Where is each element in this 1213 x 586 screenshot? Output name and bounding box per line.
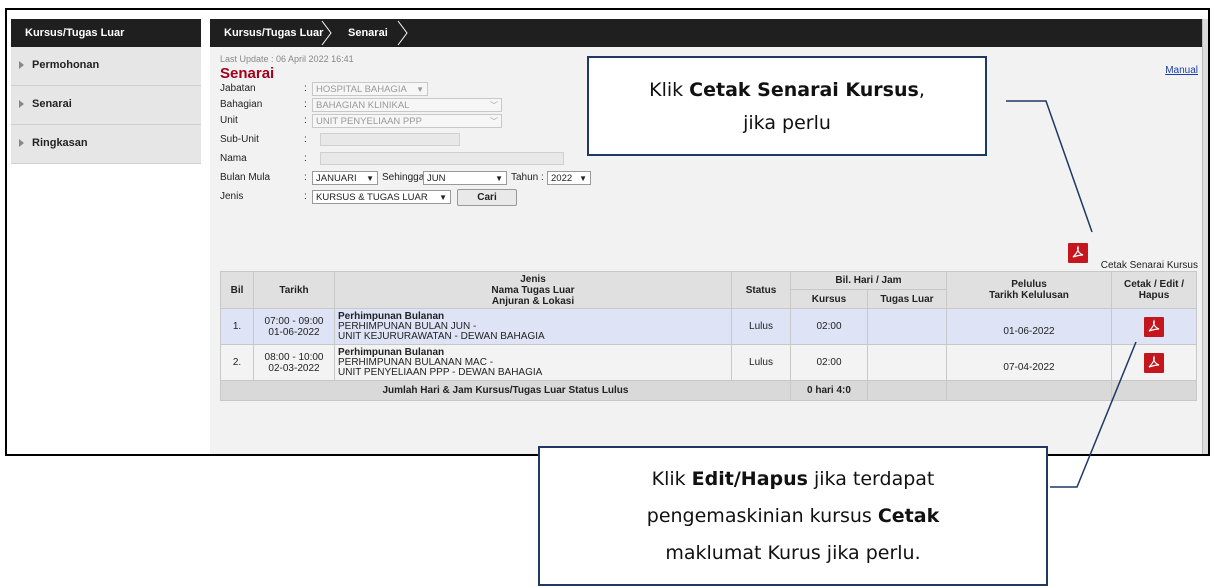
callout-cetak-senarai: Klik Cetak Senarai Kursus, jika perlu (587, 56, 987, 156)
callout-top-bold: Cetak Senarai Kursus (689, 79, 919, 101)
callout-top-pre: Klik (649, 79, 690, 101)
callout-top-post: , (918, 79, 925, 101)
callout-bottom-line1-bold: Edit/Hapus (691, 468, 808, 490)
callout-top-line2: jika perlu (743, 112, 831, 134)
callout-bottom-line1-pre: Klik (651, 468, 692, 490)
callout-bottom-line2-bold: Cetak (877, 505, 940, 527)
callout-bottom-line1-post: jika terdapat (807, 468, 935, 490)
callout-bottom-line3: maklumat Kurus jika perlu. (665, 542, 921, 564)
callout-edit-hapus: Klik Edit/Hapus jika terdapat pengemaski… (538, 446, 1048, 586)
callout-bottom-line2-pre: pengemaskinian kursus (646, 505, 878, 527)
